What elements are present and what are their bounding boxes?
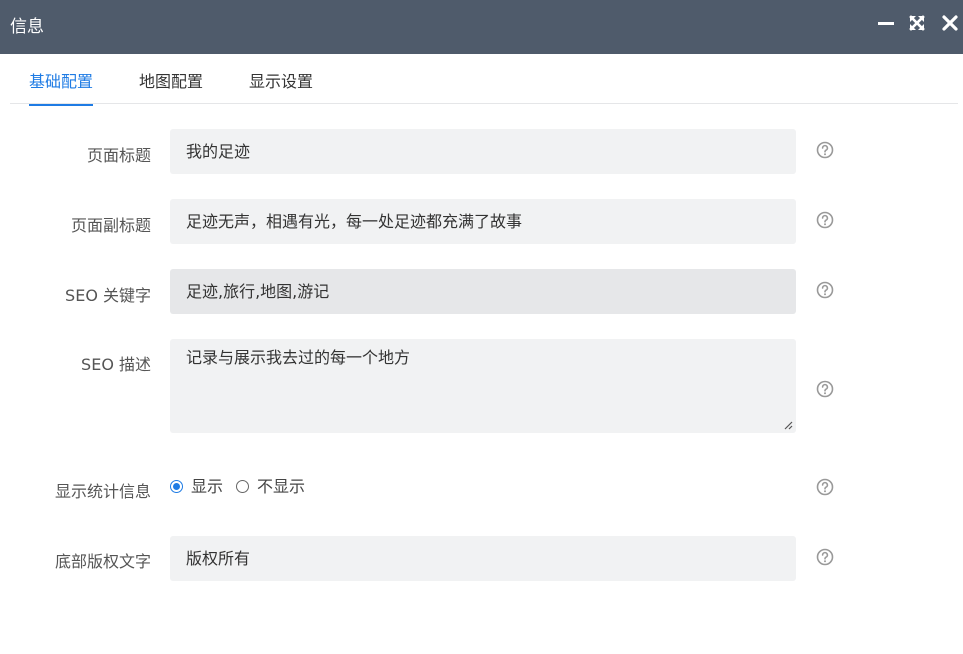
copyright-label: 底部版权文字 bbox=[54, 552, 151, 571]
resize-handle-icon[interactable] bbox=[783, 420, 793, 430]
seo-keywords-input[interactable]: 足迹,旅行,地图,游记 bbox=[170, 269, 796, 314]
seo-description-text: 记录与展示我去过的每一个地方 bbox=[186, 348, 411, 367]
help-icon[interactable] bbox=[816, 281, 834, 299]
minimize-icon bbox=[878, 22, 894, 25]
close-icon bbox=[942, 15, 958, 31]
tab-bar: 基础配置 地图配置 显示设置 bbox=[10, 54, 958, 106]
copyright-input[interactable]: 版权所有 bbox=[170, 536, 796, 581]
help-icon[interactable] bbox=[816, 548, 834, 566]
radio-unchecked-icon bbox=[236, 480, 249, 493]
help-icon[interactable] bbox=[816, 211, 834, 229]
minimize-button[interactable] bbox=[876, 13, 896, 33]
help-icon[interactable] bbox=[816, 141, 834, 159]
help-icon[interactable] bbox=[816, 380, 834, 398]
close-button[interactable] bbox=[940, 13, 960, 33]
page-subtitle-label: 页面副标题 bbox=[70, 216, 151, 235]
page-title-input[interactable]: 我的足迹 bbox=[170, 129, 796, 174]
page-title-label: 页面标题 bbox=[86, 146, 151, 165]
window-titlebar: 信息 bbox=[0, 0, 963, 54]
radio-hide-label: 不显示 bbox=[257, 477, 306, 496]
page-subtitle-input[interactable]: 足迹无声，相遇有光，每一处足迹都充满了故事 bbox=[170, 199, 796, 244]
radio-checked-icon bbox=[170, 480, 183, 493]
maximize-icon bbox=[909, 15, 925, 31]
help-icon[interactable] bbox=[816, 478, 834, 496]
seo-description-textarea[interactable]: 记录与展示我去过的每一个地方 bbox=[170, 339, 796, 433]
maximize-button[interactable] bbox=[907, 13, 927, 33]
seo-keywords-label: SEO 关键字 bbox=[65, 286, 151, 305]
tab-display-settings[interactable]: 显示设置 bbox=[249, 68, 313, 104]
tab-basic-config[interactable]: 基础配置 bbox=[29, 68, 94, 106]
radio-show-label: 显示 bbox=[191, 477, 224, 496]
tab-map-config[interactable]: 地图配置 bbox=[139, 68, 203, 104]
window-title: 信息 bbox=[10, 17, 44, 37]
seo-description-label: SEO 描述 bbox=[81, 355, 151, 374]
show-stats-label: 显示统计信息 bbox=[54, 482, 151, 501]
